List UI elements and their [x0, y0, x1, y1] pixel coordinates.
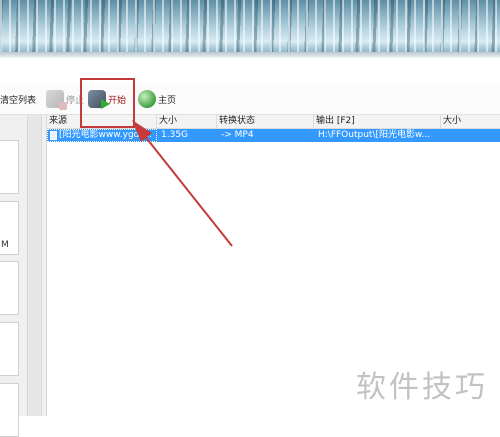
start-button[interactable]: 开始: [88, 84, 126, 114]
row-status: -> MP4: [221, 130, 254, 140]
clear-list-button[interactable]: 清空列表: [0, 84, 36, 114]
table-row[interactable]: [阳光电影www.ygdy... 1.35G -> MP4 H:\FFOutpu…: [47, 129, 500, 142]
sidebar-card-3[interactable]: [0, 261, 19, 315]
column-header-source[interactable]: 来源: [47, 115, 157, 128]
sidebar-card-1[interactable]: [0, 140, 19, 194]
stop-icon: [46, 90, 67, 110]
blank-area: [0, 58, 500, 84]
stop-button[interactable]: 停止: [46, 84, 84, 114]
list-header: 来源 大小 转换状态 输出 [F2] 大小: [47, 115, 500, 129]
home-icon: [138, 90, 156, 108]
clear-list-label: 清空列表: [0, 95, 37, 106]
row-source-cell: [阳光电影www.ygdy...: [47, 129, 157, 142]
column-header-output[interactable]: 输出 [F2]: [314, 115, 441, 128]
ice-banner-image: [0, 0, 500, 55]
sidebar-card-label: M: [1, 240, 9, 250]
home-label: 主页: [158, 95, 177, 106]
video-file-icon: [50, 131, 57, 140]
row-size: 1.35G: [161, 130, 189, 140]
home-button[interactable]: 主页: [138, 84, 176, 114]
watermark-text: 软件技巧: [356, 370, 488, 405]
start-icon: [88, 90, 110, 109]
row-output: H:\FFOutput\[阳光电影w...: [318, 130, 431, 140]
start-label: 开始: [108, 95, 127, 106]
left-sidebar: M: [0, 115, 47, 437]
toolbar: 清空列表 停止 开始 主页: [0, 84, 500, 115]
row-output-size: [443, 129, 500, 142]
sidebar-card-4[interactable]: [0, 322, 19, 376]
sidebar-card-5[interactable]: [0, 383, 19, 437]
column-header-status[interactable]: 转换状态: [217, 115, 314, 128]
column-header-output-size[interactable]: 大小: [441, 115, 500, 128]
stop-label: 停止: [66, 95, 85, 106]
column-header-size[interactable]: 大小: [157, 115, 217, 128]
sidebar-scrollbar[interactable]: [27, 115, 42, 416]
row-source: [阳光电影www.ygdy...: [59, 130, 153, 140]
